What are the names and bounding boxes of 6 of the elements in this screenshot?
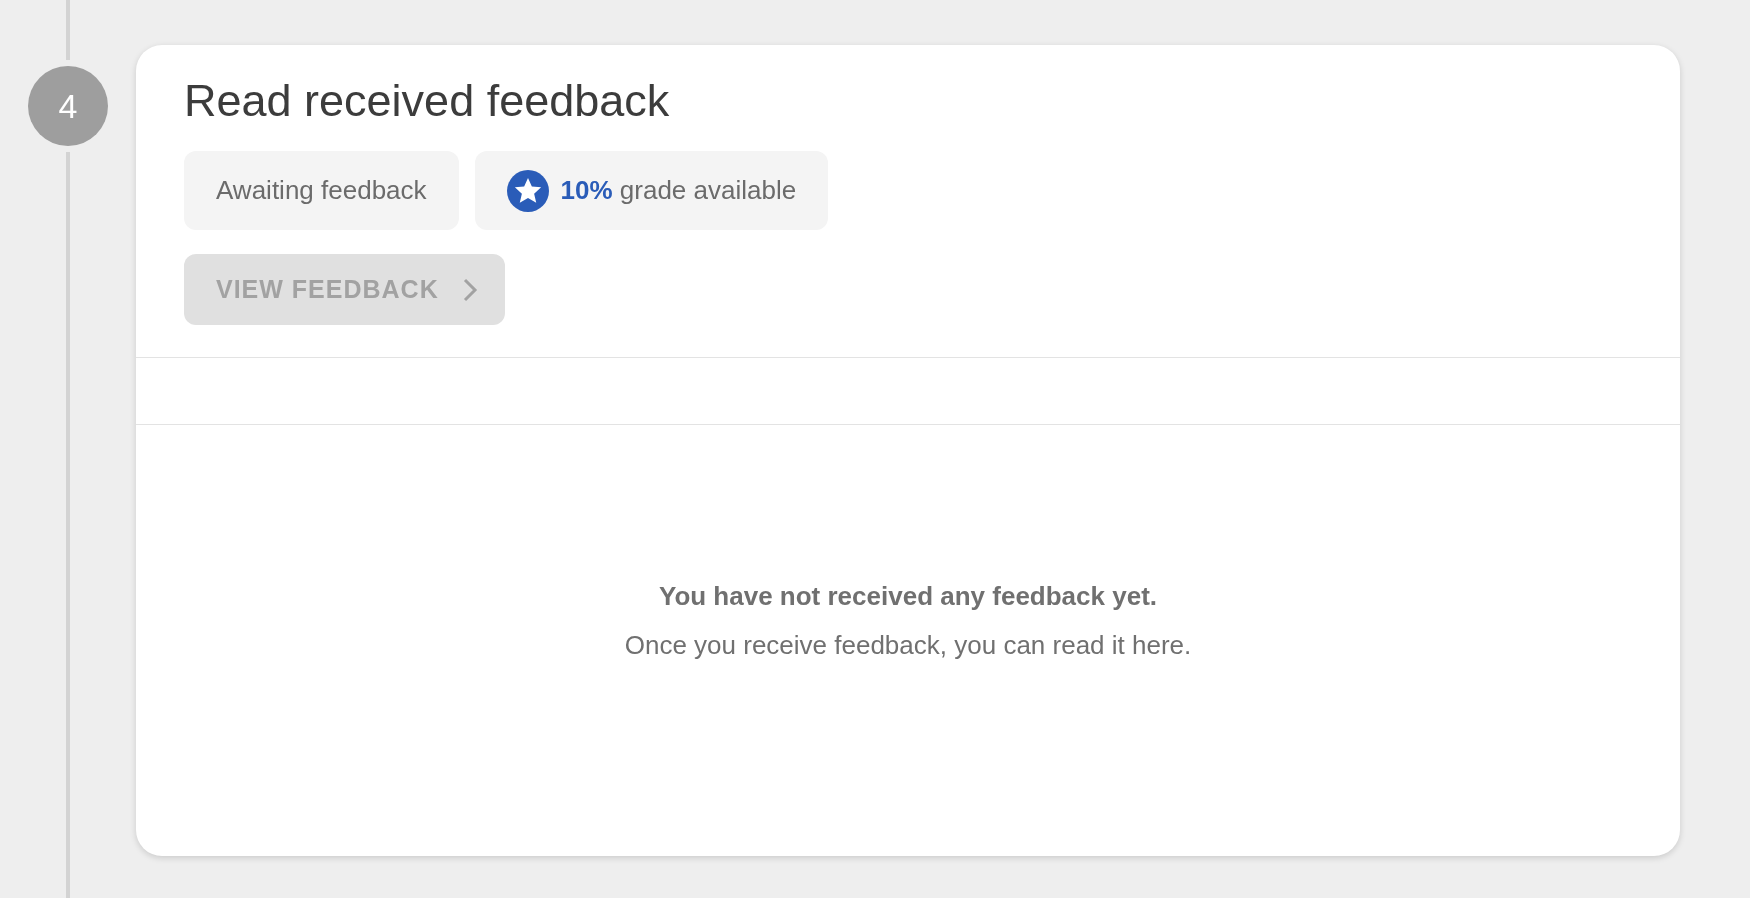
- grade-text: 10% grade available: [560, 175, 797, 206]
- status-chip: Awaiting feedback: [184, 151, 459, 230]
- empty-heading: You have not received any feedback yet.: [658, 580, 1158, 612]
- empty-message: Once you receive feedback, you can read it here.: [624, 629, 1192, 661]
- step-number: 4: [28, 66, 108, 146]
- step-title: Read received feedback: [184, 75, 671, 127]
